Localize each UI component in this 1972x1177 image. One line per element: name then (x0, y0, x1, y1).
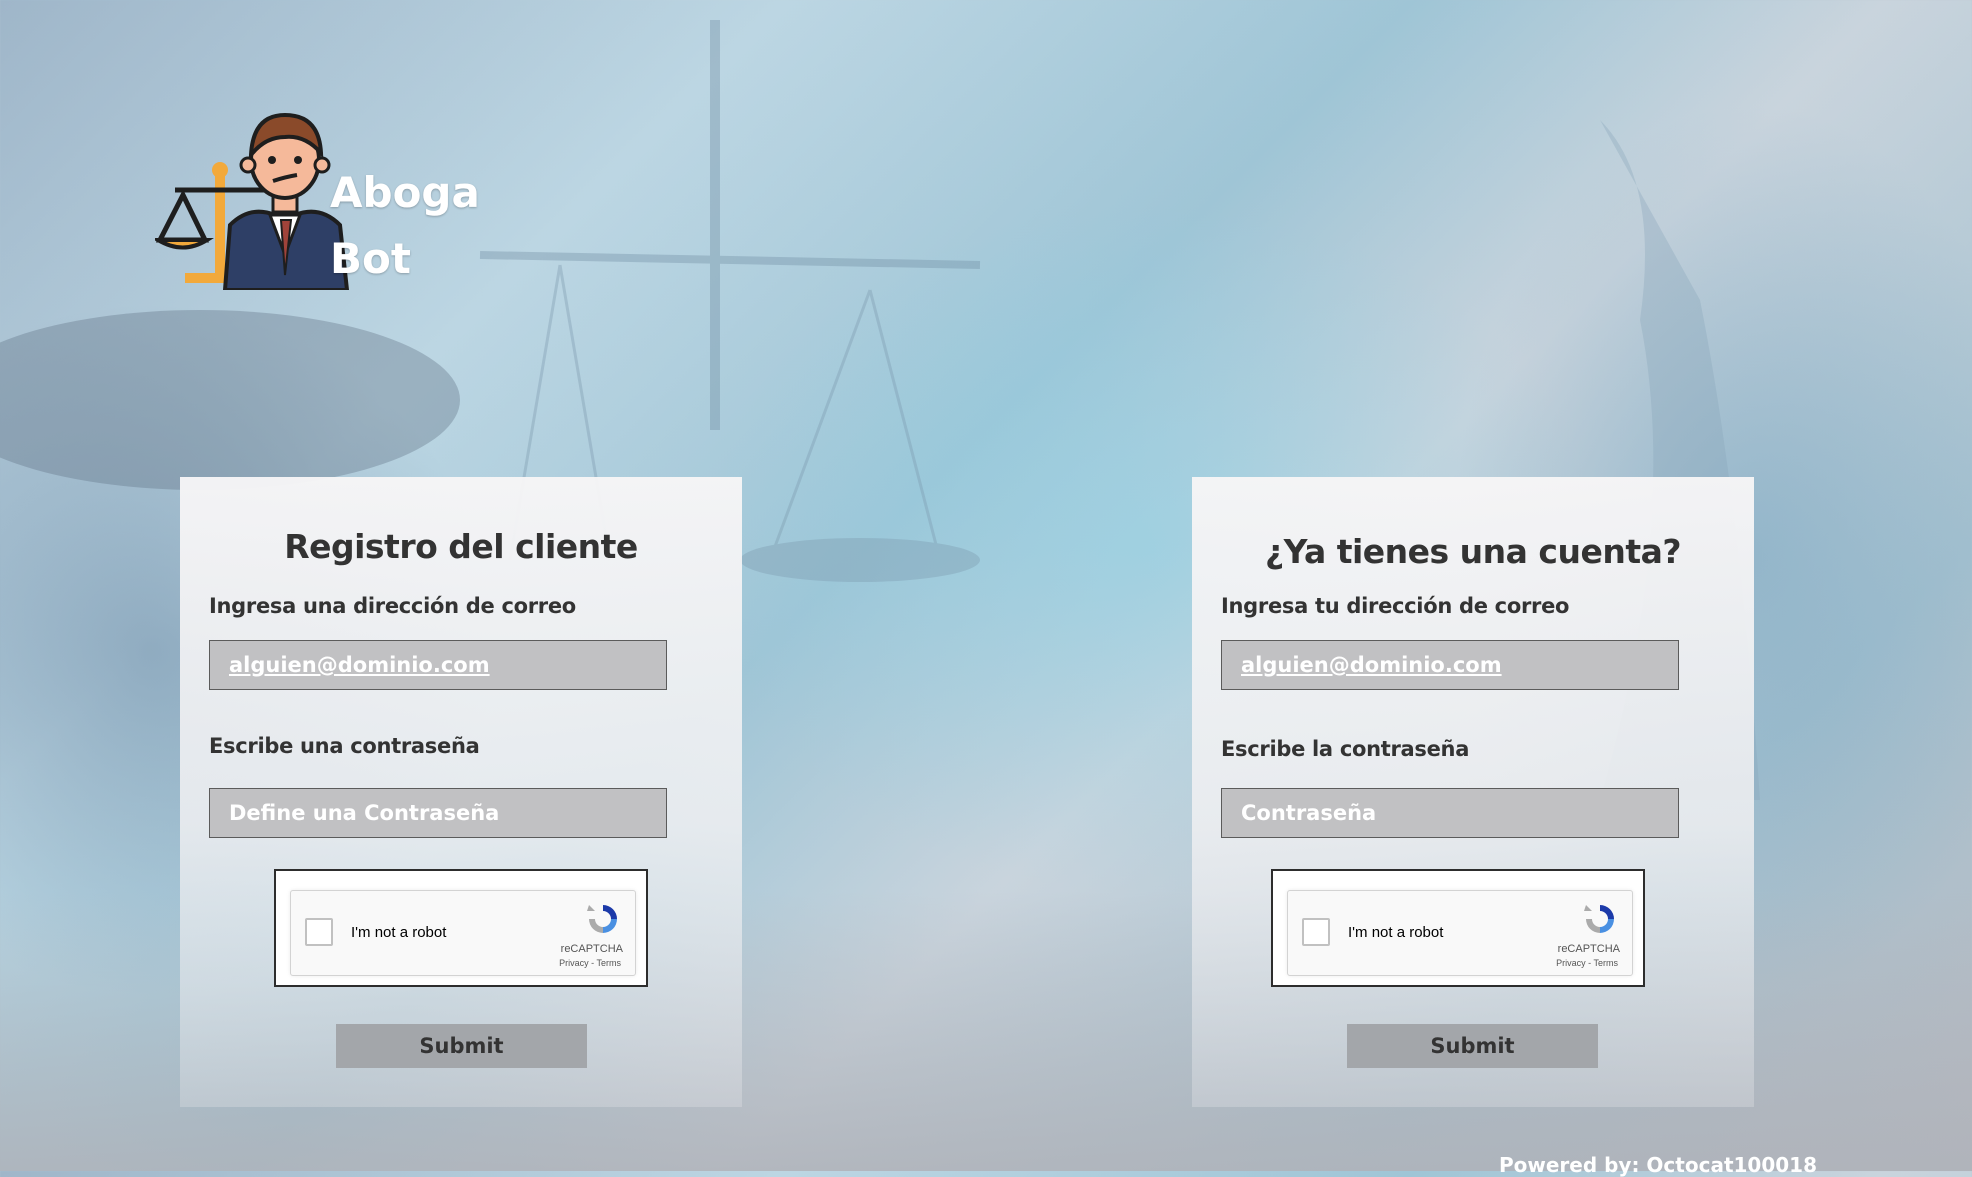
register-password-label: Escribe una contraseña (209, 734, 480, 758)
recaptcha-links[interactable]: Privacy - Terms (1556, 958, 1618, 968)
footer-credit: Powered by: Octocat100018 (1498, 1153, 1817, 1177)
register-email-input[interactable]: alguien@dominio.com (209, 640, 667, 690)
recaptcha-icon (587, 905, 617, 933)
recaptcha-widget: I'm not a robot reCAPTCHA Privacy - Term… (1287, 890, 1633, 976)
register-card: Registro del cliente Ingresa una direcci… (180, 477, 742, 1107)
register-captcha: I'm not a robot reCAPTCHA Privacy - Term… (274, 869, 648, 987)
register-title: Registro del cliente (284, 527, 638, 566)
recaptcha-brand: reCAPTCHA (560, 943, 623, 955)
brand-line1: Aboga (330, 168, 480, 217)
login-password-input[interactable]: Contraseña (1221, 788, 1679, 838)
login-email-input[interactable]: alguien@dominio.com (1221, 640, 1679, 690)
recaptcha-brand: reCAPTCHA (1557, 943, 1620, 955)
recaptcha-widget: I'm not a robot reCAPTCHA Privacy - Term… (290, 890, 636, 976)
login-captcha: I'm not a robot reCAPTCHA Privacy - Term… (1271, 869, 1645, 987)
recaptcha-text: I'm not a robot (351, 924, 447, 941)
recaptcha-icon (1584, 905, 1614, 933)
recaptcha-checkbox[interactable] (305, 918, 333, 946)
register-submit-button[interactable]: Submit (336, 1024, 587, 1068)
lawyer-with-scales-icon (155, 112, 350, 290)
register-password-input[interactable]: Define una Contraseña (209, 788, 667, 838)
login-card: ¿Ya tienes una cuenta? Ingresa tu direcc… (1192, 477, 1754, 1107)
recaptcha-checkbox[interactable] (1302, 918, 1330, 946)
login-title: ¿Ya tienes una cuenta? (1264, 532, 1682, 571)
login-submit-button[interactable]: Submit (1347, 1024, 1598, 1068)
recaptcha-text: I'm not a robot (1348, 924, 1444, 941)
brand-logo[interactable]: Aboga Bot (155, 105, 495, 290)
brand-name: Aboga Bot (330, 160, 480, 292)
recaptcha-links[interactable]: Privacy - Terms (559, 958, 621, 968)
register-email-label: Ingresa una dirección de correo (209, 594, 576, 618)
brand-line2: Bot (330, 234, 411, 283)
login-password-label: Escribe la contraseña (1221, 737, 1470, 761)
login-email-label: Ingresa tu dirección de correo (1221, 594, 1570, 618)
